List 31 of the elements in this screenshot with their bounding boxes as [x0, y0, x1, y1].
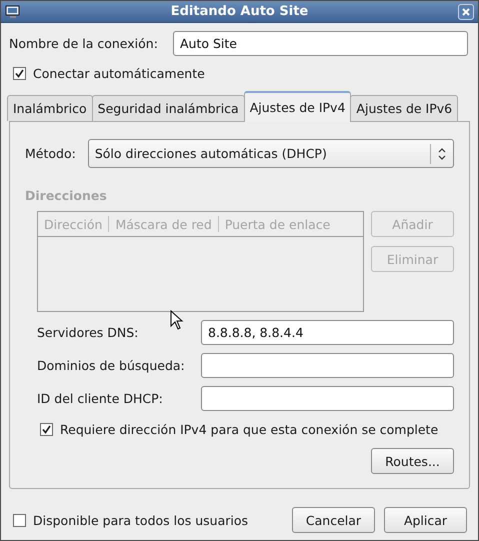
checkbox-label: Requiere dirección IPv4 para que esta conexión se complete [60, 422, 438, 437]
pointer-icon [170, 310, 184, 330]
checkbox[interactable] [40, 423, 53, 436]
input-field[interactable] [201, 386, 454, 411]
input-field[interactable]: 8.8.8.8, 8.8.4.4 [201, 320, 454, 345]
routes-button[interactable]: Routes... [371, 448, 454, 474]
dialog-button[interactable]: Aplicar [384, 507, 467, 533]
close-icon[interactable] [458, 4, 474, 20]
checkbox-label: Disponible para todos los usuarios [33, 512, 248, 528]
tab[interactable]: Ajustes de IPv4 [244, 91, 352, 122]
tab[interactable]: Inalámbrico [7, 95, 93, 121]
field-label: ID del cliente DHCP: [37, 391, 164, 406]
field-label: Nombre de la conexión: [9, 36, 159, 51]
dialog-button[interactable]: Cancelar [292, 507, 375, 533]
field-label: Dominios de búsqueda: [37, 358, 186, 373]
connection-name-field[interactable]: Auto Site [173, 31, 468, 56]
monitor-icon [5, 4, 21, 20]
checkbox[interactable] [13, 514, 26, 526]
column-header: Máscara de red [109, 216, 219, 232]
window-title: Editando Auto Site [170, 4, 310, 19]
checkbox[interactable] [13, 67, 26, 80]
column-header: Puerta de enlace [224, 216, 332, 232]
tab[interactable]: Ajustes de IPv6 [350, 95, 458, 121]
column-header: Dirección [38, 216, 110, 232]
field-label: Método: [25, 146, 76, 161]
field-label: Servidores DNS: [37, 325, 140, 340]
section-heading: Direcciones [25, 188, 108, 203]
checkbox-label: Conectar automáticamente [33, 66, 205, 81]
input-field[interactable] [201, 353, 454, 378]
method-dropdown[interactable]: Sólo direcciones automáticas (DHCP) [88, 139, 454, 168]
tab[interactable]: Seguridad inalámbrica [92, 95, 245, 121]
